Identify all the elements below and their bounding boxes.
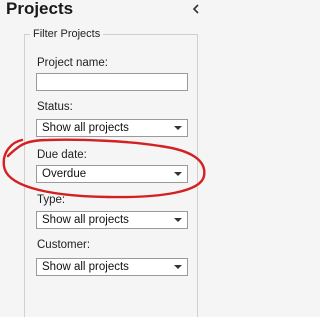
type-select-value: Show all projects (42, 214, 129, 226)
due-date-label: Due date: (37, 149, 87, 161)
customer-select-value: Show all projects (42, 261, 129, 273)
chevron-down-icon (174, 172, 182, 176)
filter-legend: Filter Projects (30, 27, 104, 41)
customer-select[interactable]: Show all projects (36, 258, 188, 276)
projects-panel: Projects Filter Projects Project name: S… (0, 0, 209, 317)
project-name-label: Project name: (37, 57, 108, 69)
status-select-value: Show all projects (42, 122, 129, 134)
due-date-select[interactable]: Overdue (36, 165, 188, 183)
panel-title: Projects (6, 0, 74, 18)
chevron-down-icon (174, 218, 182, 222)
chevron-left-icon[interactable] (189, 2, 203, 16)
type-select[interactable]: Show all projects (36, 211, 188, 229)
status-select[interactable]: Show all projects (36, 119, 188, 137)
due-date-select-value: Overdue (42, 168, 87, 180)
chevron-down-icon (174, 126, 182, 130)
status-label: Status: (37, 101, 73, 113)
customer-label: Customer: (37, 239, 91, 251)
project-name-input[interactable] (36, 73, 188, 91)
type-label: Type: (37, 194, 66, 206)
chevron-down-icon (174, 265, 182, 269)
